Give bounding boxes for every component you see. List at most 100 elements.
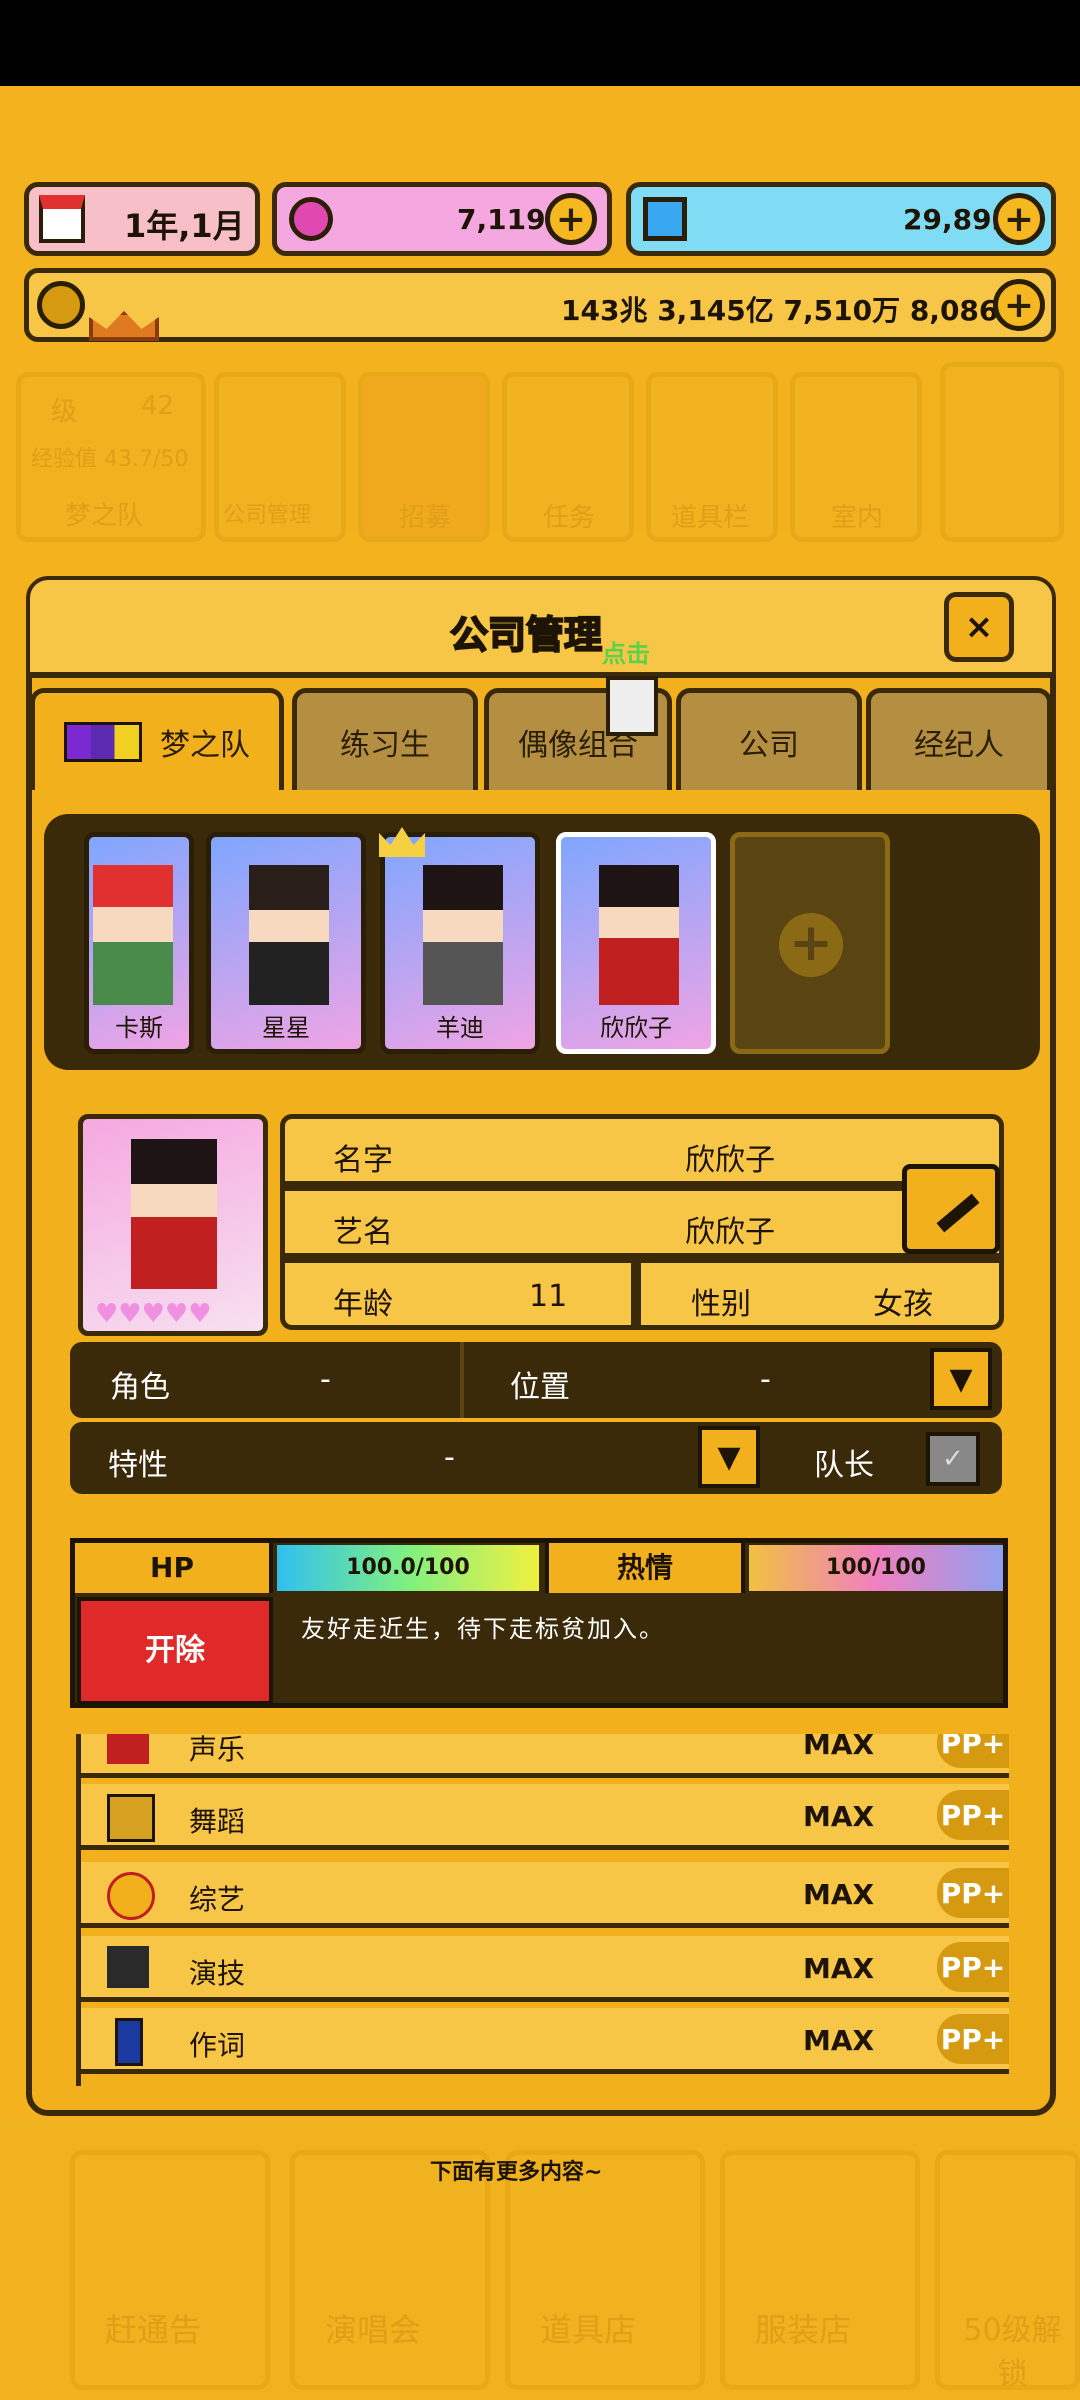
tab-dream-team[interactable]: 梦之队 xyxy=(30,688,284,790)
tab-trainees[interactable]: 练习生 xyxy=(292,688,478,790)
pink-gem-count: 7,119 xyxy=(457,203,546,236)
gender-row: 性别 女孩 xyxy=(636,1258,1004,1330)
leader-checkbox[interactable]: ✓ xyxy=(926,1432,980,1486)
stats-box: HP 100.0/100 热情 100/100 开除 友好走近生，待下走标贫加入… xyxy=(70,1538,1008,1708)
pink-gem-icon xyxy=(289,197,333,241)
add-member-slot[interactable]: + xyxy=(730,832,890,1054)
member-card[interactable]: 羊迪 xyxy=(379,827,540,1054)
camera-icon xyxy=(107,1946,149,1988)
trait-bar: 特性 - ▼ 队长 ✓ xyxy=(70,1422,1002,1494)
role-value: - xyxy=(320,1362,331,1397)
member-card[interactable]: 卡斯 xyxy=(84,832,194,1054)
team-level-card: 级 42 经验值 43.7/50 梦之队 xyxy=(16,372,206,542)
date-text: 1年,1月 xyxy=(124,207,245,245)
skill-row-acting: 演技 MAX PP+ xyxy=(81,1936,1009,2002)
cat-mascot-icon xyxy=(606,676,658,736)
crown-icon xyxy=(379,827,425,857)
pp-plus-button[interactable]: PP+ xyxy=(937,1790,1009,1840)
menu-company: 公司管理 xyxy=(214,372,346,542)
passion-bar: 100/100 xyxy=(749,1545,1003,1591)
pp-plus-button[interactable]: PP+ xyxy=(937,1734,1009,1768)
member-sprite xyxy=(423,865,503,1005)
member-gender: 女孩 xyxy=(873,1287,933,1322)
money-amount: 143兆 3,145亿 7,510万 8,086元 xyxy=(561,294,1027,327)
passion-value: 100/100 xyxy=(826,1555,926,1580)
role-position-bar: 角色 - 位置 - ▼ xyxy=(70,1342,1002,1418)
stage-name-row: 艺名 欣欣子 xyxy=(280,1186,1004,1258)
skill-row-vocal: 声乐 MAX PP+ xyxy=(81,1734,1009,1778)
hearts-icon: ♥♥♥♥♥ xyxy=(95,1299,212,1329)
mail-icon xyxy=(940,362,1064,542)
hp-value: 100.0/100 xyxy=(346,1555,470,1580)
member-card[interactable]: 星星 xyxy=(206,832,366,1054)
nav-shop: 道具店 xyxy=(505,2150,705,2390)
age-row: 年龄 11 xyxy=(280,1258,636,1330)
nav-clothing: 服装店 xyxy=(720,2150,920,2390)
tab-managers[interactable]: 经纪人 xyxy=(866,688,1052,790)
name-row: 名字 欣欣子 xyxy=(280,1114,1004,1186)
pp-plus-button[interactable]: PP+ xyxy=(937,1942,1009,1992)
pink-gem-bar: 7,119 + xyxy=(272,182,612,256)
close-icon: × xyxy=(964,607,994,647)
pp-plus-button[interactable]: PP+ xyxy=(937,2014,1009,2064)
hp-bar: 100.0/100 xyxy=(277,1545,539,1591)
smile-icon xyxy=(107,1872,155,1920)
divider xyxy=(460,1342,464,1418)
tab-company[interactable]: 公司 xyxy=(676,688,862,790)
money-bar: 143兆 3,145亿 7,510万 8,086元 + xyxy=(24,268,1056,342)
vocal-icon xyxy=(107,1734,149,1764)
close-button[interactable]: × xyxy=(944,592,1014,662)
background-menu: 级 42 经验值 43.7/50 梦之队 公司管理 招募 任务 道具栏 室内 xyxy=(0,360,1080,550)
member-sprite xyxy=(93,865,173,1005)
skill-row-lyrics: 作词 MAX PP+ xyxy=(81,2008,1009,2074)
pen-icon xyxy=(115,2018,143,2066)
add-money-button[interactable]: + xyxy=(993,279,1045,331)
skills-list[interactable]: 声乐 MAX PP+ 舞蹈 MAX PP+ 综艺 MAX PP+ 演技 MAX … xyxy=(76,1734,1010,2086)
more-content-hint: 下面有更多内容~ xyxy=(430,2160,603,2185)
dialog-title: 公司管理 xyxy=(449,612,603,658)
status-bar xyxy=(0,0,1080,86)
add-icon: + xyxy=(779,913,843,977)
skill-row-variety: 综艺 MAX PP+ xyxy=(81,1862,1009,1928)
edit-button[interactable] xyxy=(902,1164,1000,1254)
menu-interior: 室内 xyxy=(790,372,922,542)
menu-tasks: 任务 xyxy=(502,372,634,542)
portrait-frame: ♥♥♥♥♥ xyxy=(78,1114,268,1336)
member-age: 11 xyxy=(529,1279,568,1314)
nav-concert: 演唱会 xyxy=(290,2150,490,2390)
trait-value: - xyxy=(444,1440,455,1475)
coin-icon xyxy=(37,281,85,329)
crown-icon xyxy=(89,311,159,341)
passion-label: 热情 xyxy=(545,1543,745,1593)
chevron-down-icon: ▼ xyxy=(717,1439,741,1475)
trait-dropdown[interactable]: ▼ xyxy=(698,1426,760,1488)
chevron-down-icon: ▼ xyxy=(949,1361,973,1397)
status-message: 友好走近生，待下走标贫加入。 xyxy=(301,1615,665,1643)
position-dropdown[interactable]: ▼ xyxy=(930,1348,992,1410)
tap-hint: 点击 xyxy=(602,640,650,668)
nav-gigs: 赶通告 xyxy=(70,2150,270,2390)
menu-recruit: 招募 xyxy=(358,372,490,542)
menu-inventory: 道具栏 xyxy=(646,372,778,542)
team-tab-icon xyxy=(64,721,142,762)
member-portrait xyxy=(131,1139,217,1289)
member-sprite xyxy=(599,865,679,1005)
shoe-icon xyxy=(107,1794,155,1842)
pencil-icon xyxy=(936,1193,980,1233)
position-value: - xyxy=(760,1362,771,1397)
member-card-selected[interactable]: 欣欣子 xyxy=(556,832,716,1054)
member-stage-name: 欣欣子 xyxy=(685,1215,775,1250)
calendar-icon xyxy=(39,195,85,243)
blue-gem-icon xyxy=(643,197,687,241)
pp-plus-button[interactable]: PP+ xyxy=(937,1868,1009,1918)
add-blue-gem-button[interactable]: + xyxy=(993,193,1045,245)
blue-gem-bar: 29,892 + xyxy=(626,182,1056,256)
skill-row-dance: 舞蹈 MAX PP+ xyxy=(81,1784,1009,1850)
nav-locked: 50级解锁 xyxy=(935,2150,1080,2392)
date-bar: 1年,1月 xyxy=(24,182,260,256)
hp-label: HP xyxy=(75,1543,273,1593)
add-pink-gem-button[interactable]: + xyxy=(545,193,597,245)
fire-button[interactable]: 开除 xyxy=(77,1597,273,1705)
member-sprite xyxy=(249,865,329,1005)
member-name: 欣欣子 xyxy=(685,1143,775,1178)
